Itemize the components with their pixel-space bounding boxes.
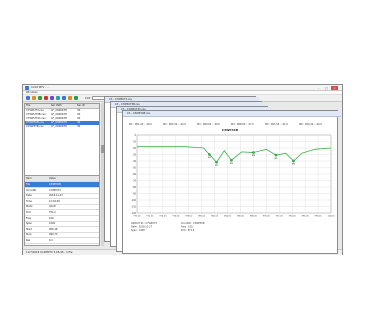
property-key: Start — [26, 227, 32, 231]
open-icon[interactable] — [26, 96, 30, 100]
property-value: 908.18 — [49, 227, 58, 231]
cmt1-label: Cmt: — [85, 97, 92, 100]
data-marker — [215, 160, 218, 164]
property-key: File — [26, 183, 30, 186]
app-icon — [25, 86, 29, 90]
x-tick-label: 982.00 — [211, 216, 219, 218]
x-tick-label: 986.00 — [237, 216, 245, 218]
y-tick-label: -80 — [132, 186, 136, 189]
maximize-button[interactable]: □ — [323, 86, 330, 90]
property-value: 2018-11-27 — [49, 194, 63, 198]
y-tick-label: -20 — [132, 147, 136, 150]
property-key: Span — [26, 222, 33, 226]
list-cell: 30 — [77, 125, 81, 128]
property-key: CircuitID — [26, 188, 37, 192]
marker-readout: M5 : 991.50 : -31.0 — [265, 123, 288, 126]
y-tick-label: -100 — [131, 199, 137, 202]
print-icon[interactable] — [38, 96, 42, 100]
x-tick-label: 996.00 — [302, 216, 310, 218]
marker-readout: M1 : 981.20 : -30.0 — [129, 123, 152, 126]
marker-readout: M6 : 994.20 : -40.0 — [299, 123, 322, 126]
property-value: PT1.2 — [49, 211, 56, 214]
data-marker — [230, 158, 233, 162]
property-value: 0.1 — [49, 239, 53, 242]
x-tick-label: 984.00 — [224, 216, 232, 218]
property-value: LOAD — [49, 205, 56, 209]
chart: M1 : 981.20 : -30.0 M2 : 982.30 : -42.0 M3… — [129, 123, 336, 232]
property-value: 12:04:00 — [49, 199, 60, 203]
y-tick-label: -70 — [132, 179, 136, 182]
table-row[interactable]: Res 0.1 — [25, 238, 99, 244]
footer-info: Port : PT1.2 — [181, 229, 195, 232]
property-value: C3WP3CB — [49, 183, 61, 186]
minimize-button[interactable]: – — [315, 86, 322, 90]
column-header[interactable]: Ser Path — [51, 104, 62, 108]
chart-window[interactable]: C3 - C3WP3CB.csv M1 : 981.20 : -30.0 M2 :… — [122, 110, 341, 254]
property-key: Res — [26, 239, 31, 242]
y-tick-label: -90 — [132, 192, 136, 195]
x-tick-label: 970.00 — [134, 216, 142, 218]
x-tick-label: 990.00 — [263, 216, 271, 218]
y-tick-label: -110 — [131, 205, 137, 208]
x-tick-label: 980.00 — [198, 216, 206, 218]
marker-readout: M3 : 984.60 : -39.0 — [197, 123, 220, 126]
chart-title: C3WP3CB — [222, 128, 239, 132]
property-value: 1000 — [49, 222, 56, 226]
list-cell: LF_2046678 — [51, 125, 67, 128]
zoom-icon[interactable] — [74, 96, 78, 100]
close-button[interactable]: × — [331, 86, 338, 90]
y-tick-label: -40 — [132, 160, 136, 163]
y-tick-label: -10 — [132, 140, 136, 143]
properties-grid: Item Value File C3WP3CB CircuitID C7WPUT3 Date… — [24, 175, 100, 246]
x-tick-label: 972.00 — [146, 216, 154, 218]
y-tick-label: 0 — [135, 134, 137, 137]
property-key: Port — [26, 211, 31, 214]
copy-icon[interactable] — [50, 96, 54, 100]
undo-icon[interactable] — [62, 96, 66, 100]
y-tick-label: -60 — [132, 173, 136, 176]
x-tick-label: 994.00 — [289, 216, 297, 218]
x-tick-label: 1000.0 — [328, 216, 336, 218]
x-tick-label: 992.00 — [276, 216, 284, 218]
paste-icon[interactable] — [56, 96, 60, 100]
column-header[interactable]: Ser ID — [77, 104, 85, 108]
x-tick-label: 974.00 — [159, 216, 167, 218]
column-header[interactable]: File — [26, 104, 30, 108]
property-value: 100 — [49, 216, 54, 220]
x-tick-label: 976.00 — [172, 216, 180, 218]
redo-icon[interactable] — [68, 96, 72, 100]
y-tick-label: -120 — [131, 212, 137, 215]
data-marker — [292, 159, 295, 163]
x-tick-label: 988.00 — [250, 216, 258, 218]
y-tick-label: -30 — [132, 153, 136, 156]
x-tick-label: 978.00 — [185, 216, 193, 218]
grid-header-value: Value — [49, 177, 56, 180]
data-marker — [274, 153, 278, 157]
property-value: 999.70 — [49, 233, 58, 237]
property-key: Time — [26, 199, 32, 203]
list-cell: C3WP3TB.csv — [26, 125, 44, 128]
marker-readout: M2 : 982.30 : -42.0 — [163, 123, 186, 126]
list-item[interactable]: C3WP3TB.csv LF_2046678 30 — [25, 125, 99, 129]
cut-icon[interactable] — [44, 96, 48, 100]
property-key: Date — [26, 194, 32, 198]
property-key: Stop — [26, 233, 32, 237]
data-marker — [208, 153, 211, 156]
save-icon[interactable] — [32, 96, 36, 100]
marker-readout: M4 : 988.00 : -27.0 — [231, 123, 254, 126]
y-tick-label: -50 — [132, 166, 136, 169]
x-tick-label: 998.00 — [315, 216, 323, 218]
footer-info: Span : 1000 — [131, 229, 145, 232]
grid-header-item: Item — [26, 177, 32, 180]
data-marker — [252, 151, 255, 154]
property-key: Mode — [26, 205, 33, 209]
property-value: C7WPUT3 — [49, 188, 61, 192]
property-key: Freq — [26, 216, 32, 220]
